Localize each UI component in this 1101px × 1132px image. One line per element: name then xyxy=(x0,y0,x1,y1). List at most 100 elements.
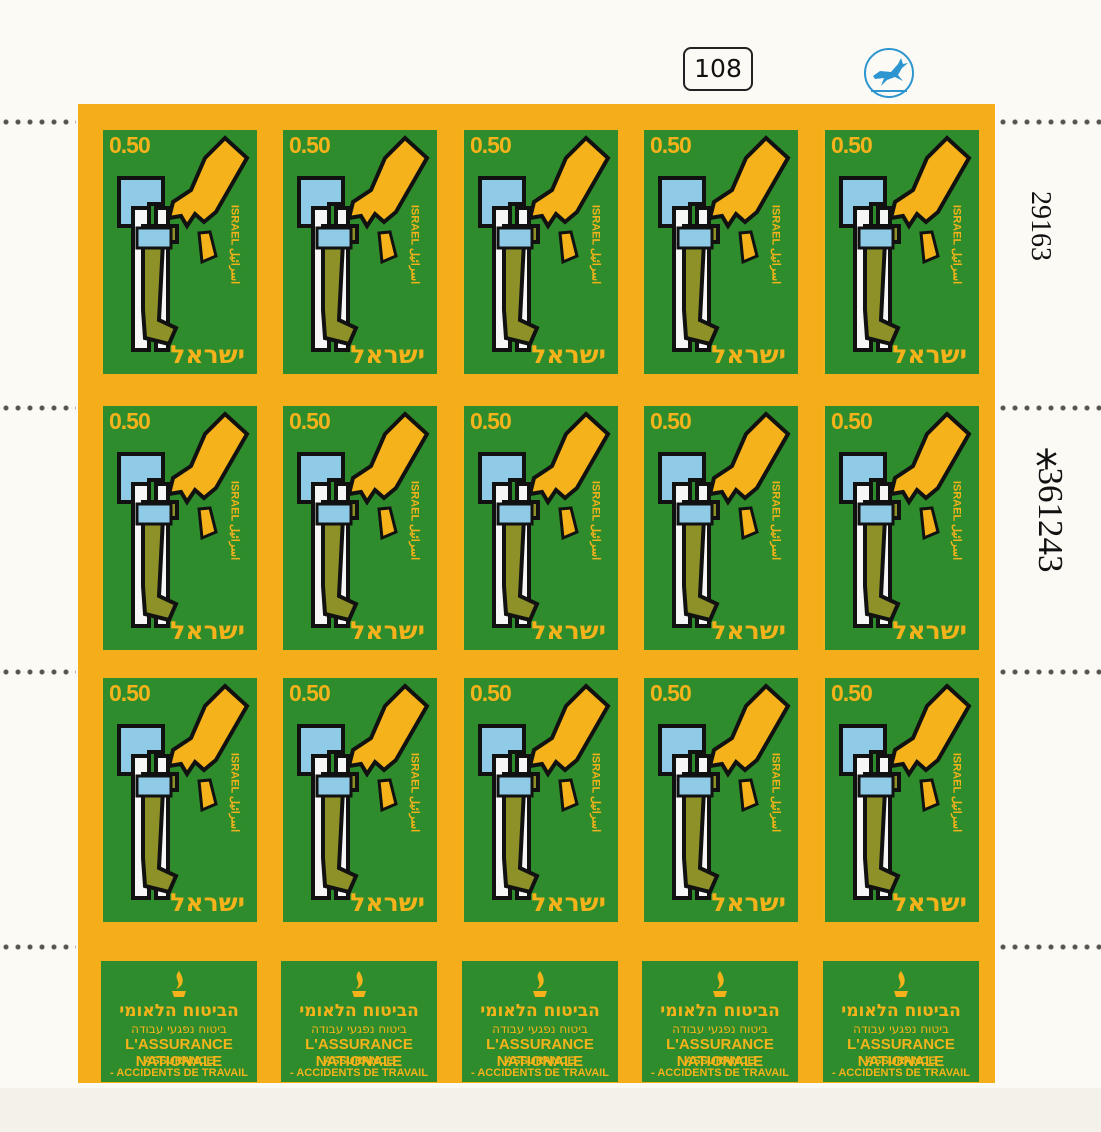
flame-emblem-icon xyxy=(172,971,186,997)
stamp: 0.50 ISRAEL اسرائيل ישראל xyxy=(642,678,798,922)
stamp: 0.50 ISRAEL اسرائيل ישראל xyxy=(101,678,257,922)
stamp-country-hebrew: ישראל xyxy=(350,616,425,645)
stamp-country-hebrew: ישראל xyxy=(350,340,425,369)
stamp-sheet: 108 29163 * 361243 0.50 ISRAEL اسرائيل י… xyxy=(0,0,1101,1132)
stamp-value: 0.50 xyxy=(289,680,331,706)
stamp-value: 0.50 xyxy=(109,408,151,434)
tab-french-line-3: - ACCIDENTS DE TRAVAIL xyxy=(651,1067,789,1079)
perforation-row xyxy=(0,942,76,952)
stamp-country-latin: ISRAEL اسرائيل xyxy=(769,752,782,833)
stamp-tab: הביטוח הלאומי ביטוח נפגעי עבודה L'ASSURA… xyxy=(101,961,257,1082)
stamp-tab: הביטוח הלאומי ביטוח נפגעי עבודה L'ASSURA… xyxy=(462,961,618,1082)
stamp-country-latin: ISRAEL اسرائيل xyxy=(228,752,241,833)
stamp-value: 0.50 xyxy=(650,408,692,434)
tab-french-line-3: - ACCIDENTS DE TRAVAIL xyxy=(110,1067,248,1079)
stamp-value: 0.50 xyxy=(470,132,512,158)
stamp-country-latin: ISRAEL اسرائيل xyxy=(408,204,421,285)
stamp-country-latin: ISRAEL اسرائيل xyxy=(589,752,602,833)
tab-hebrew-subtitle: ביטוח נפגעי עבודה xyxy=(853,1022,949,1036)
control-number: 29163 xyxy=(1025,191,1056,261)
stamp-value: 0.50 xyxy=(289,408,331,434)
tab-french-line-3: - ACCIDENTS DE TRAVAIL xyxy=(471,1067,609,1079)
stamp-value: 0.50 xyxy=(650,132,692,158)
tab-hebrew-title: הביטוח הלאומי xyxy=(480,1001,600,1021)
perforation-row xyxy=(0,667,76,677)
tab-french-line-2: ASSURANCE xyxy=(505,1055,575,1067)
tab-hebrew-subtitle: ביטוח נפגעי עבודה xyxy=(131,1022,227,1036)
stamp-value: 0.50 xyxy=(289,132,331,158)
tab-hebrew-title: הביטוח הלאומי xyxy=(299,1001,419,1021)
stamp-country-hebrew: ישראל xyxy=(892,888,967,917)
stamp-country-latin: ISRAEL اسرائيل xyxy=(769,204,782,285)
stamp-country-hebrew: ישראל xyxy=(170,616,245,645)
tab-french-line-3: - ACCIDENTS DE TRAVAIL xyxy=(832,1067,970,1079)
tab-hebrew-subtitle: ביטוח נפגעי עבודה xyxy=(672,1022,768,1036)
tab-hebrew-subtitle: ביטוח נפגעי עבודה xyxy=(311,1022,407,1036)
stamp-country-latin: ISRAEL اسرائيل xyxy=(408,480,421,561)
stamp-value: 0.50 xyxy=(109,132,151,158)
tab-hebrew-title: הביטוח הלאומי xyxy=(841,1001,961,1021)
flame-emblem-icon xyxy=(533,971,547,997)
stamp-value: 0.50 xyxy=(470,680,512,706)
stamp-country-hebrew: ישראל xyxy=(531,616,606,645)
stamp: 0.50 ISRAEL اسرائيل ישראל xyxy=(101,406,257,650)
stamp: 0.50 ISRAEL اسرائيل ישראל xyxy=(823,130,979,374)
stamp: 0.50 ISRAEL اسرائيل ישראל xyxy=(642,406,798,650)
stamp-country-hebrew: ישראל xyxy=(170,340,245,369)
flame-emblem-icon xyxy=(894,971,908,997)
stamp: 0.50 ISRAEL اسرائيل ישראל xyxy=(101,130,257,374)
stamp-tab: הביטוח הלאומי ביטוח נפגעי עבודה L'ASSURA… xyxy=(281,961,437,1082)
stamp-tab: הביטוח הלאומי ביטוח נפגעי עבודה L'ASSURA… xyxy=(823,961,979,1082)
stamp-tab: הביטוח הלאומי ביטוח נפגעי עבודה L'ASSURA… xyxy=(642,961,798,1082)
tab-hebrew-title: הביטוח הלאומי xyxy=(660,1001,780,1021)
stamp-country-latin: ISRAEL اسرائيل xyxy=(589,204,602,285)
stamp: 0.50 ISRAEL اسرائيل ישראל xyxy=(462,678,618,922)
tab-french-line-2: ASSURANCE xyxy=(144,1055,214,1067)
stamp-value: 0.50 xyxy=(831,132,873,158)
stamp: 0.50 ISRAEL اسرائيل ישראל xyxy=(823,406,979,650)
stamp-country-latin: ISRAEL اسرائيل xyxy=(408,752,421,833)
stamp-country-latin: ISRAEL اسرائيل xyxy=(950,752,963,833)
flame-emblem-icon xyxy=(352,971,366,997)
tab-hebrew-title: הביטוח הלאומי xyxy=(119,1001,239,1021)
tab-french-line-2: ASSURANCE xyxy=(324,1055,394,1067)
stamp-country-hebrew: ישראל xyxy=(892,340,967,369)
flame-emblem-icon xyxy=(713,971,727,997)
stamp-country-hebrew: ישראל xyxy=(350,888,425,917)
stamp-country-hebrew: ישראל xyxy=(711,888,786,917)
stamp-country-latin: ISRAEL اسرائيل xyxy=(769,480,782,561)
stamp: 0.50 ISRAEL اسرائيل ישראל xyxy=(642,130,798,374)
stamp-value: 0.50 xyxy=(831,680,873,706)
stamp-country-latin: ISRAEL اسرائيل xyxy=(950,480,963,561)
serial-number: 361243 xyxy=(1031,467,1070,573)
stamp-country-hebrew: ישראל xyxy=(892,616,967,645)
stamp-country-hebrew: ישראל xyxy=(531,340,606,369)
stamp: 0.50 ISRAEL اسرائيل ישראל xyxy=(281,678,437,922)
tab-french-line-3: - ACCIDENTS DE TRAVAIL xyxy=(290,1067,428,1079)
perforation-row xyxy=(0,403,76,413)
stamp: 0.50 ISRAEL اسرائيل ישראל xyxy=(281,130,437,374)
stamp-value: 0.50 xyxy=(470,408,512,434)
stamp-value: 0.50 xyxy=(831,408,873,434)
stamp: 0.50 ISRAEL اسرائيل ישראל xyxy=(462,130,618,374)
perforation-row xyxy=(997,942,1101,952)
stamp: 0.50 ISRAEL اسرائيل ישראל xyxy=(281,406,437,650)
stamp: 0.50 ISRAEL اسرائيل ישראל xyxy=(462,406,618,650)
tab-french-line-2: ASSURANCE xyxy=(866,1055,936,1067)
perforation-row xyxy=(997,117,1101,127)
stamp-country-latin: ISRAEL اسرائيل xyxy=(228,204,241,285)
stamp-country-hebrew: ישראל xyxy=(531,888,606,917)
stamp-country-latin: ISRAEL اسرائيل xyxy=(950,204,963,285)
gazelle-emblem-icon xyxy=(864,48,914,98)
stamp-country-latin: ISRAEL اسرائيل xyxy=(589,480,602,561)
stamp-country-latin: ISRAEL اسرائيل xyxy=(228,480,241,561)
bottom-margin xyxy=(0,1088,1101,1132)
perforation-row xyxy=(997,667,1101,677)
tab-french-line-2: ASSURANCE xyxy=(685,1055,755,1067)
stamp-value: 0.50 xyxy=(109,680,151,706)
stamp: 0.50 ISRAEL اسرائيل ישראל xyxy=(823,678,979,922)
stamp-country-hebrew: ישראל xyxy=(711,340,786,369)
stamp-country-hebrew: ישראל xyxy=(170,888,245,917)
stamp-country-hebrew: ישראל xyxy=(711,616,786,645)
plate-number: 108 xyxy=(683,47,753,91)
